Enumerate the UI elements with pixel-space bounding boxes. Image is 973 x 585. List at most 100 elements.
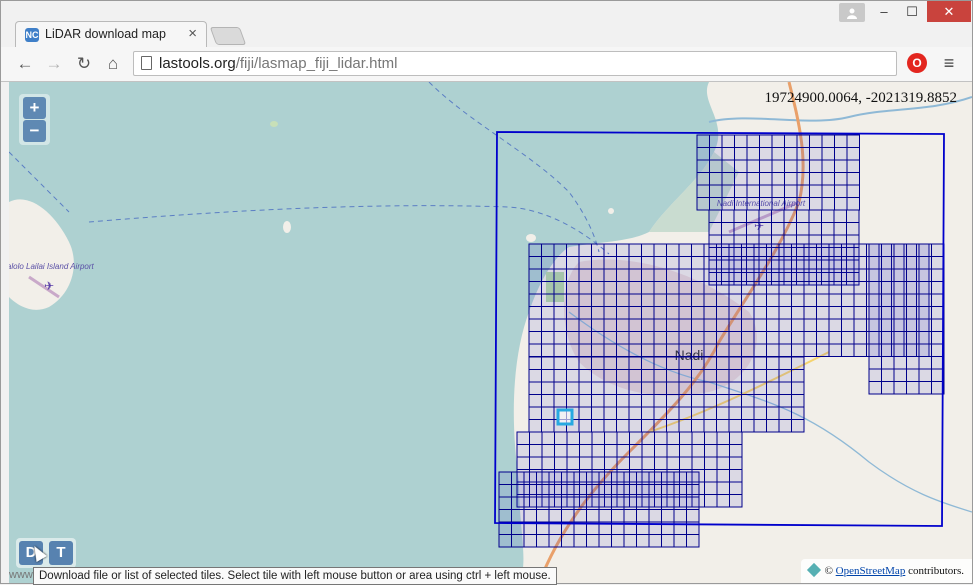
lidar-tile[interactable] <box>733 222 747 236</box>
lidar-tile[interactable] <box>893 381 907 395</box>
lidar-tile[interactable] <box>666 381 680 395</box>
lidar-tile[interactable] <box>566 281 580 295</box>
lidar-tile[interactable] <box>603 394 617 408</box>
lidar-tile[interactable] <box>834 197 848 211</box>
lidar-tile[interactable] <box>918 368 932 382</box>
lidar-tile[interactable] <box>734 184 748 198</box>
lidar-tile[interactable] <box>541 419 555 433</box>
lidar-tile[interactable] <box>803 243 817 257</box>
lidar-tile[interactable] <box>728 331 742 345</box>
lidar-tile[interactable] <box>578 268 592 282</box>
lidar-tile[interactable] <box>653 281 667 295</box>
lidar-tile[interactable] <box>906 318 920 332</box>
lidar-tile[interactable] <box>566 306 580 320</box>
lidar-tile[interactable] <box>653 306 667 320</box>
lidar-tile[interactable] <box>529 431 543 445</box>
lidar-tile[interactable] <box>616 293 630 307</box>
lidar-tile[interactable] <box>666 419 680 433</box>
lidar-tile[interactable] <box>653 369 667 383</box>
opera-extension-icon[interactable]: O <box>907 53 927 73</box>
lidar-tile[interactable] <box>841 268 855 282</box>
new-tab-button[interactable] <box>209 27 247 45</box>
lidar-tile[interactable] <box>741 268 755 282</box>
lidar-tile[interactable] <box>729 494 743 508</box>
lidar-tile[interactable] <box>616 406 630 420</box>
lidar-tile[interactable] <box>931 293 945 307</box>
lidar-map[interactable]: ✈ ✈ Malolo Lailai Island Airport Nadi In… <box>9 82 972 583</box>
lidar-tile[interactable] <box>803 306 817 320</box>
lidar-tile[interactable] <box>623 509 637 523</box>
lidar-tile[interactable] <box>734 134 748 148</box>
lidar-tile[interactable] <box>678 306 692 320</box>
lidar-tile[interactable] <box>728 318 742 332</box>
lidar-tile[interactable] <box>561 509 575 523</box>
lidar-tile[interactable] <box>791 394 805 408</box>
lidar-tile[interactable] <box>666 369 680 383</box>
lidar-tile[interactable] <box>809 159 823 173</box>
lidar-tile[interactable] <box>628 343 642 357</box>
lidar-tile[interactable] <box>704 494 718 508</box>
lidar-tile[interactable] <box>741 369 755 383</box>
lidar-tile[interactable] <box>691 381 705 395</box>
lidar-tile[interactable] <box>791 306 805 320</box>
lidar-tile[interactable] <box>868 293 882 307</box>
lidar-tile[interactable] <box>591 406 605 420</box>
lidar-tile[interactable] <box>598 471 612 485</box>
lidar-tile[interactable] <box>661 471 675 485</box>
lidar-tile[interactable] <box>846 172 860 186</box>
lidar-tile[interactable] <box>678 406 692 420</box>
lidar-tile[interactable] <box>834 184 848 198</box>
lidar-tile[interactable] <box>728 343 742 357</box>
lidar-tile[interactable] <box>696 197 710 211</box>
lidar-tile[interactable] <box>653 293 667 307</box>
lidar-tile[interactable] <box>868 318 882 332</box>
lidar-tile[interactable] <box>578 343 592 357</box>
lidar-tile[interactable] <box>591 331 605 345</box>
lidar-tile[interactable] <box>728 381 742 395</box>
lidar-tile[interactable] <box>673 509 687 523</box>
lidar-tile[interactable] <box>918 293 932 307</box>
lidar-tile[interactable] <box>686 496 700 510</box>
lidar-tile[interactable] <box>666 293 680 307</box>
lidar-tile[interactable] <box>591 318 605 332</box>
lidar-tile[interactable] <box>778 256 792 270</box>
lidar-tile[interactable] <box>591 306 605 320</box>
lidar-tile[interactable] <box>611 496 625 510</box>
lidar-tile[interactable] <box>541 394 555 408</box>
lidar-tile[interactable] <box>696 147 710 161</box>
lidar-tile[interactable] <box>686 471 700 485</box>
lidar-tile[interactable] <box>591 369 605 383</box>
lidar-tile[interactable] <box>853 306 867 320</box>
lidar-tile[interactable] <box>704 444 718 458</box>
lidar-tile[interactable] <box>746 209 760 223</box>
lidar-tile[interactable] <box>578 256 592 270</box>
lidar-tile[interactable] <box>623 484 637 498</box>
lidar-tile[interactable] <box>783 222 797 236</box>
lidar-tile[interactable] <box>498 484 512 498</box>
lidar-tile[interactable] <box>628 394 642 408</box>
lidar-tile[interactable] <box>653 318 667 332</box>
lidar-tile[interactable] <box>893 331 907 345</box>
lidar-tile[interactable] <box>554 456 568 470</box>
lidar-tile[interactable] <box>536 471 550 485</box>
lidar-tile[interactable] <box>853 281 867 295</box>
lidar-tile[interactable] <box>746 147 760 161</box>
zoom-out-button[interactable]: − <box>23 120 46 142</box>
lidar-tile[interactable] <box>753 281 767 295</box>
lidar-tile[interactable] <box>716 444 730 458</box>
lidar-tile[interactable] <box>796 134 810 148</box>
lidar-tile[interactable] <box>591 281 605 295</box>
lidar-tile[interactable] <box>841 281 855 295</box>
openstreetmap-link[interactable]: OpenStreetMap <box>836 565 906 577</box>
lidar-tile[interactable] <box>766 394 780 408</box>
lidar-tile[interactable] <box>553 394 567 408</box>
lidar-tile[interactable] <box>666 318 680 332</box>
lidar-tile[interactable] <box>796 197 810 211</box>
lidar-tile[interactable] <box>716 469 730 483</box>
lidar-tile[interactable] <box>906 381 920 395</box>
lidar-tile[interactable] <box>906 256 920 270</box>
lidar-tile[interactable] <box>611 534 625 548</box>
lidar-tile[interactable] <box>603 306 617 320</box>
lidar-tile[interactable] <box>821 222 835 236</box>
lidar-tile[interactable] <box>511 509 525 523</box>
